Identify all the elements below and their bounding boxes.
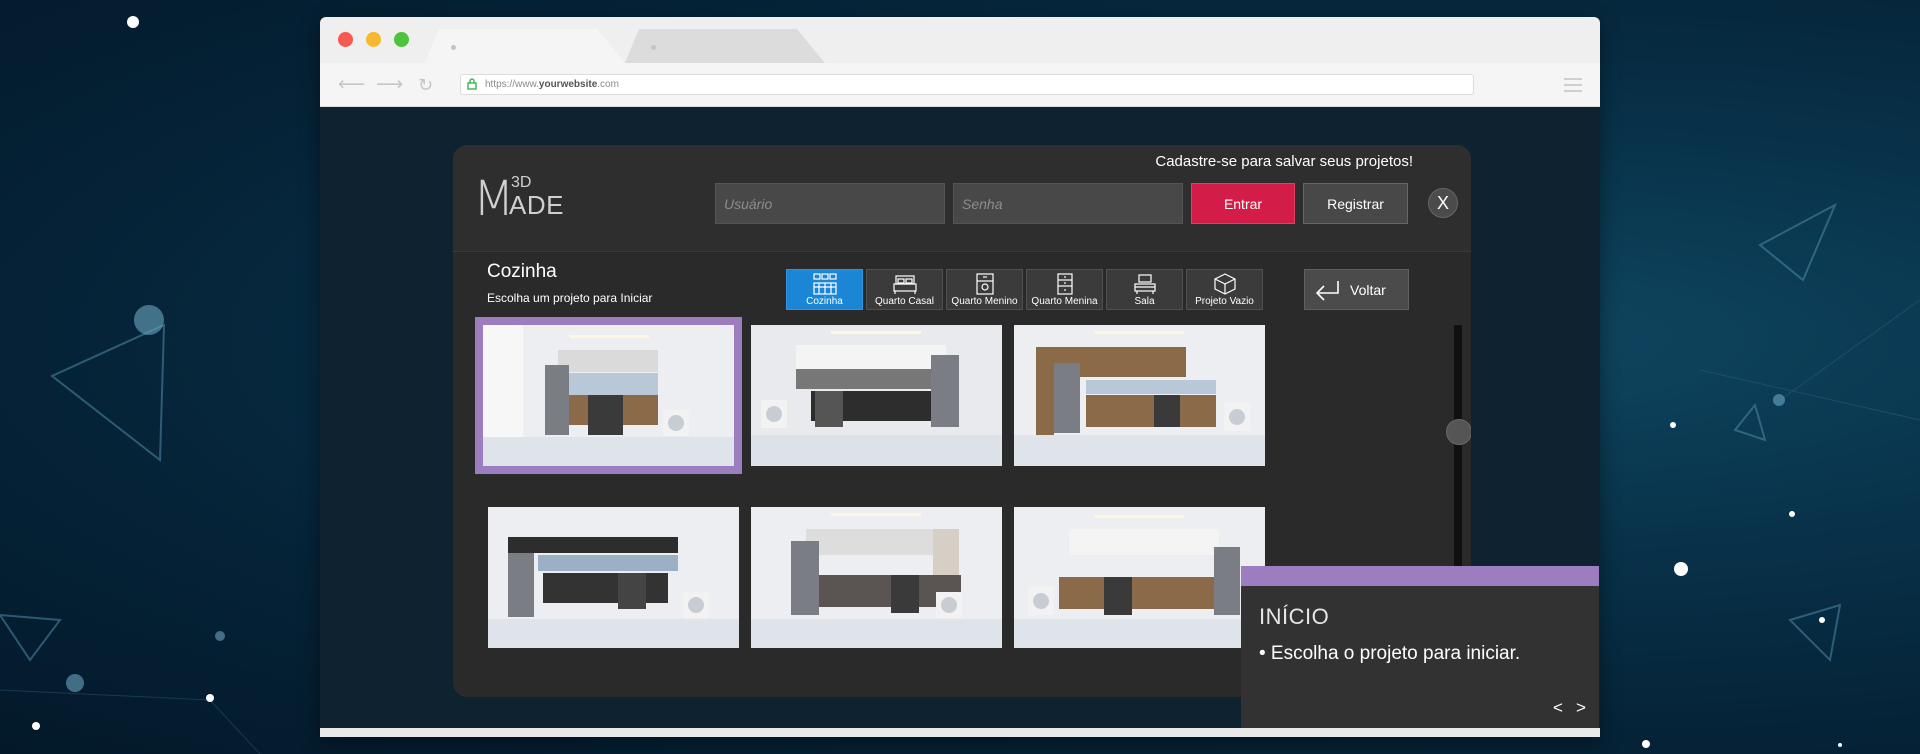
browser-tab-1[interactable]	[425, 29, 625, 63]
browser-addressbar: ⟵ ⟶ ↻ https://www.yourwebsite.com	[320, 63, 1600, 107]
category-boy-room[interactable]: Quarto Menino	[946, 269, 1023, 310]
tooltip-text: • Escolha o projeto para iniciar.	[1259, 643, 1521, 664]
dialog-header: M 3D ADE Cadastre-se para salvar seus pr…	[453, 145, 1471, 252]
url-field[interactable]: https://www.yourwebsite.com	[460, 74, 1474, 95]
viewport-bottom-bar	[320, 728, 1600, 737]
scrollbar-handle[interactable]	[1446, 419, 1471, 445]
category-double-bedroom[interactable]: Quarto Casal	[866, 269, 943, 310]
made3d-logo: M 3D ADE	[473, 171, 564, 227]
kitchen-render-image	[751, 325, 1002, 466]
tooltip-next-button[interactable]: >	[1576, 699, 1586, 717]
signup-prompt: Cadastre-se para salvar seus projetos!	[1155, 153, 1413, 170]
girl-room-icon	[1056, 273, 1073, 295]
category-living-room[interactable]: Sala	[1106, 269, 1183, 310]
project-thumbnail-1[interactable]	[475, 317, 742, 474]
tooltip-title: INÍCIO	[1259, 604, 1330, 629]
arrow-left-icon[interactable]: ⟵	[338, 75, 365, 95]
kitchen-render-image	[483, 325, 734, 466]
category-empty-project[interactable]: Projeto Vazio	[1186, 269, 1263, 310]
close-dialog-button[interactable]: X	[1428, 188, 1458, 218]
browser-titlebar	[320, 17, 1600, 63]
kitchen-icon	[812, 273, 837, 295]
kitchen-render-image	[1014, 325, 1265, 466]
empty-box-icon	[1213, 273, 1236, 295]
help-tooltip: INÍCIO • Escolha o projeto para iniciar.…	[1241, 566, 1599, 728]
project-thumbnail-5[interactable]	[751, 507, 1002, 648]
project-thumbnail-3[interactable]	[1014, 325, 1265, 466]
minimize-window-icon[interactable]	[366, 32, 381, 47]
kitchen-render-image	[1014, 507, 1265, 648]
back-arrow-icon	[1315, 281, 1339, 301]
username-input[interactable]	[715, 183, 945, 224]
category-kitchen[interactable]: Cozinha	[786, 269, 863, 310]
project-thumbnail-2[interactable]	[751, 325, 1002, 466]
arrow-right-icon[interactable]: ⟶	[376, 75, 403, 95]
reload-icon[interactable]: ↻	[418, 75, 433, 95]
tooltip-prev-button[interactable]: <	[1553, 699, 1563, 717]
project-thumbnail-6[interactable]	[1014, 507, 1265, 648]
project-thumbnail-4[interactable]	[488, 507, 739, 648]
section-title: Cozinha	[487, 261, 557, 282]
boy-room-icon	[975, 273, 994, 295]
kitchen-render-image	[751, 507, 1002, 648]
category-girl-room[interactable]: Quarto Menina	[1026, 269, 1103, 310]
living-room-icon	[1133, 274, 1156, 294]
tooltip-accent-bar	[1241, 566, 1599, 586]
maximize-window-icon[interactable]	[394, 32, 409, 47]
password-input[interactable]	[953, 183, 1183, 224]
login-button[interactable]: Entrar	[1191, 183, 1295, 224]
tab-favicon-icon	[651, 45, 656, 50]
register-button[interactable]: Registrar	[1303, 183, 1408, 224]
double-bed-icon	[892, 275, 917, 294]
lock-icon	[467, 78, 477, 90]
back-button[interactable]: Voltar	[1304, 269, 1409, 310]
kitchen-render-image	[488, 507, 739, 648]
close-window-icon[interactable]	[338, 32, 353, 47]
section-subtitle: Escolha um projeto para Iniciar	[487, 291, 653, 305]
tab-favicon-icon	[451, 45, 456, 50]
browser-tab-2[interactable]	[625, 29, 825, 63]
menu-icon[interactable]	[1564, 78, 1582, 96]
